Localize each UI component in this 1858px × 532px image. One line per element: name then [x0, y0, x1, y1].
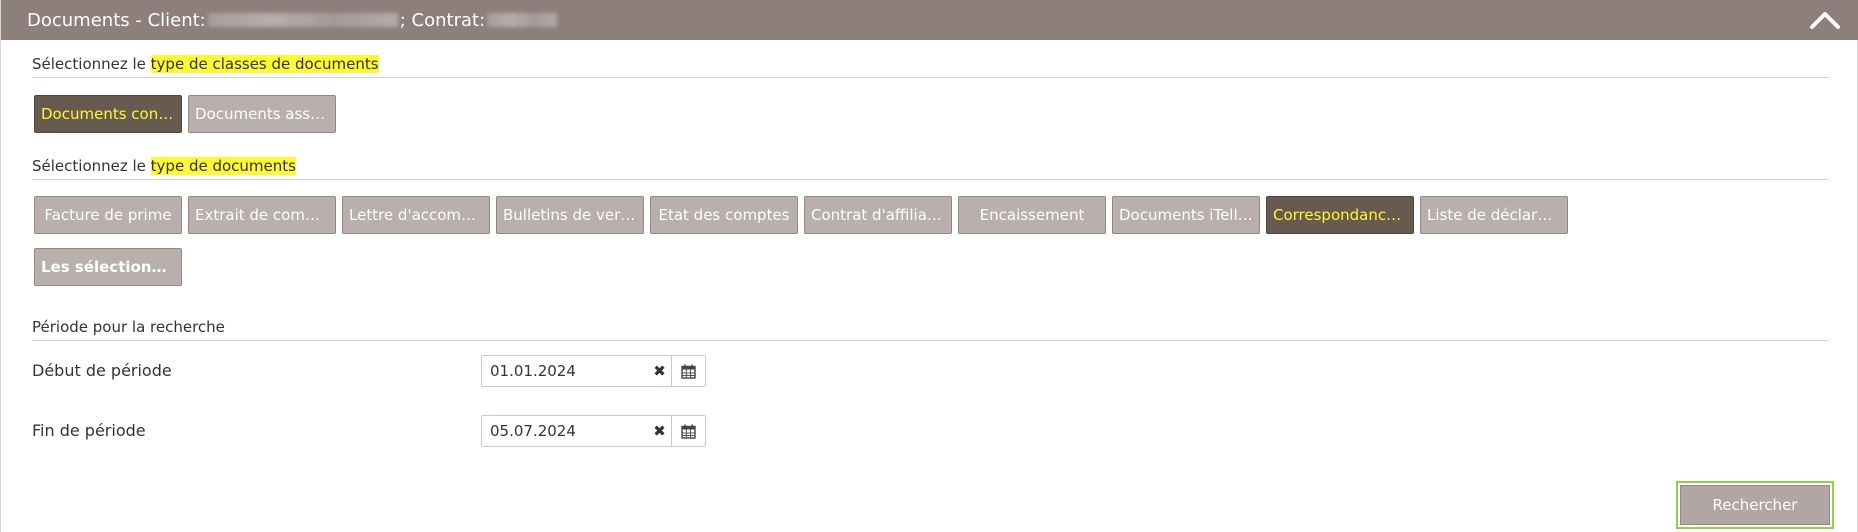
documents-panel: Documents - Client: ; Contrat: Sélection…: [0, 0, 1858, 532]
calendar-button[interactable]: [671, 416, 705, 446]
calendar-icon: [681, 364, 696, 379]
doc-button-extrait-de-compte[interactable]: Extrait de compte: [188, 196, 336, 234]
doc-button-liste-de-declaration[interactable]: Liste de déclaratio…: [1420, 196, 1568, 234]
collapse-button[interactable]: [1807, 8, 1843, 32]
start-date-picker: ✖: [481, 355, 706, 387]
document-type-label: Sélectionnez le type de documents: [32, 157, 1829, 180]
header-title: Documents - Client:: [27, 9, 206, 31]
doc-button-documents-itellco[interactable]: Documents iTellco…: [1112, 196, 1260, 234]
doc-button-etat-des-comptes[interactable]: Etat des comptes: [650, 196, 798, 234]
end-date-picker: ✖: [481, 415, 706, 447]
start-date-label: Début de période: [32, 361, 172, 380]
clear-icon[interactable]: ✖: [648, 416, 671, 446]
search-button-focus-ring: Rechercher: [1676, 481, 1834, 529]
class-type-label: Sélectionnez le type de classes de docum…: [32, 55, 1829, 78]
end-date-label: Fin de période: [32, 421, 146, 440]
doc-button-encaissement[interactable]: Encaissement: [958, 196, 1106, 234]
client-name-redacted: [207, 13, 398, 27]
panel-header: Documents - Client: ; Contrat:: [1, 0, 1858, 40]
start-date-input[interactable]: [482, 356, 648, 386]
class-button-documents-assures[interactable]: Documents assurés: [188, 95, 336, 133]
select-all-button[interactable]: Les sélectionner t…: [34, 248, 182, 286]
clear-icon[interactable]: ✖: [648, 356, 671, 386]
contract-number-redacted: [487, 13, 558, 27]
doc-button-bulletins-de-versement[interactable]: Bulletins de verse…: [496, 196, 644, 234]
doc-button-correspondance[interactable]: Correspondance r…: [1266, 196, 1414, 234]
calendar-icon: [681, 424, 696, 439]
calendar-button[interactable]: [671, 356, 705, 386]
header-contract-label: ; Contrat:: [399, 9, 486, 31]
chevron-up-icon: [1810, 12, 1840, 29]
doc-button-facture-de-prime[interactable]: Facture de prime: [34, 196, 182, 234]
search-button[interactable]: Rechercher: [1680, 485, 1830, 525]
end-date-input[interactable]: [482, 416, 648, 446]
doc-button-lettre-accompagnement[interactable]: Lettre d'accompag…: [342, 196, 490, 234]
class-button-documents-contrat[interactable]: Documents contra…: [34, 95, 182, 133]
period-section-label: Période pour la recherche: [32, 318, 1829, 341]
doc-button-contrat-affiliation[interactable]: Contrat d'affiliation: [804, 196, 952, 234]
